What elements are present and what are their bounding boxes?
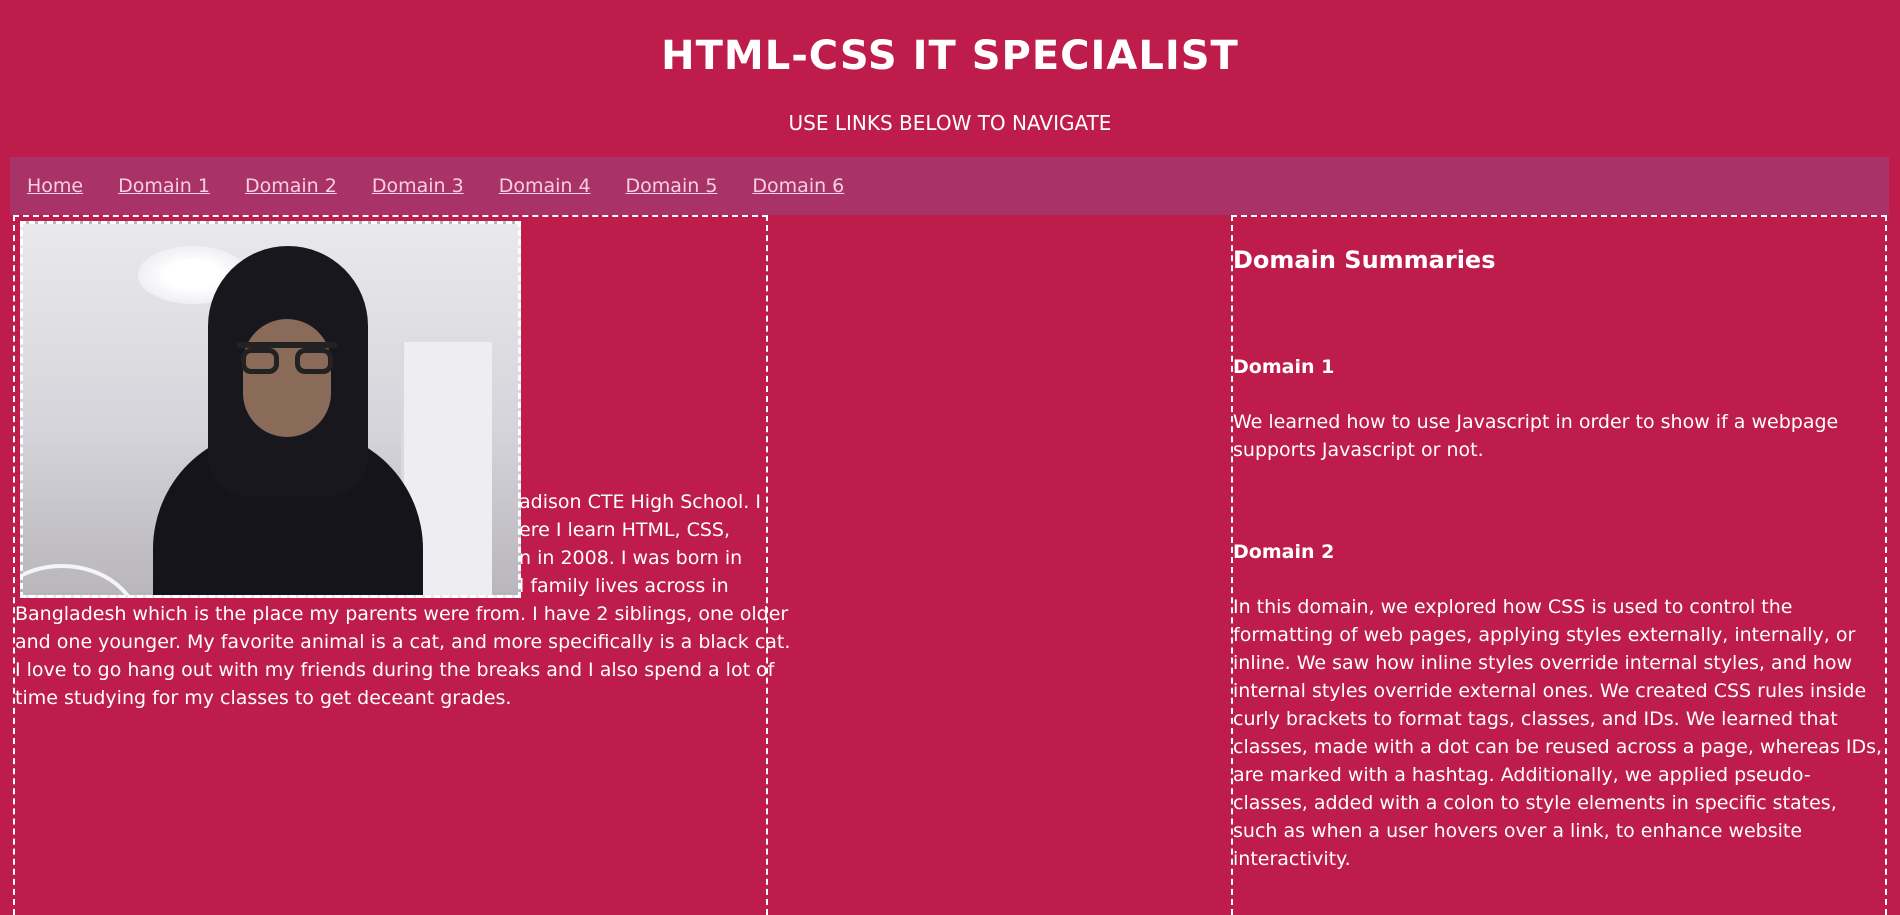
summaries-title: Domain Summaries — [1233, 246, 1496, 274]
bio-line: time studying for my classes to get dece… — [15, 687, 512, 709]
navigation-bar: Home Domain 1 Domain 2 Domain 3 Domain 4… — [10, 157, 1889, 215]
bio-line: and one younger. My favorite animal is a… — [15, 631, 791, 653]
domain-2-heading: Domain 2 — [1233, 541, 1335, 563]
domain-summaries-column: Domain Summaries Domain 1 We learned how… — [1231, 215, 1887, 915]
site-title: HTML-CSS IT SPECIALIST — [661, 33, 1239, 79]
nav-link-home[interactable]: Home — [27, 175, 83, 197]
nav-link-domain-6[interactable]: Domain 6 — [752, 175, 844, 197]
navigation-hint: USE LINKS BELOW TO NAVIGATE — [788, 111, 1112, 135]
domain-2-text: In this domain, we explored how CSS is u… — [1233, 596, 1883, 870]
nav-link-domain-3[interactable]: Domain 3 — [372, 175, 464, 197]
nav-link-domain-2[interactable]: Domain 2 — [245, 175, 337, 197]
domain-1-text: We learned how to use Javascript in orde… — [1233, 411, 1839, 461]
bio-line: I love to go hang out with my friends du… — [15, 659, 775, 681]
profile-photo — [20, 221, 521, 598]
nav-link-domain-4[interactable]: Domain 4 — [499, 175, 591, 197]
person-glasses — [237, 342, 337, 378]
about-me-column: adison CTE High School. I ere I learn HT… — [13, 215, 791, 915]
page-header: HTML-CSS IT SPECIALIST USE LINKS BELOW T… — [0, 0, 1900, 157]
fan-shape — [23, 564, 141, 595]
bio-line: Bangladesh which is the place my parents… — [15, 603, 789, 625]
nav-link-domain-1[interactable]: Domain 1 — [118, 175, 210, 197]
person-face — [243, 319, 331, 437]
nav-link-domain-5[interactable]: Domain 5 — [626, 175, 718, 197]
domain-1-heading: Domain 1 — [1233, 356, 1335, 378]
